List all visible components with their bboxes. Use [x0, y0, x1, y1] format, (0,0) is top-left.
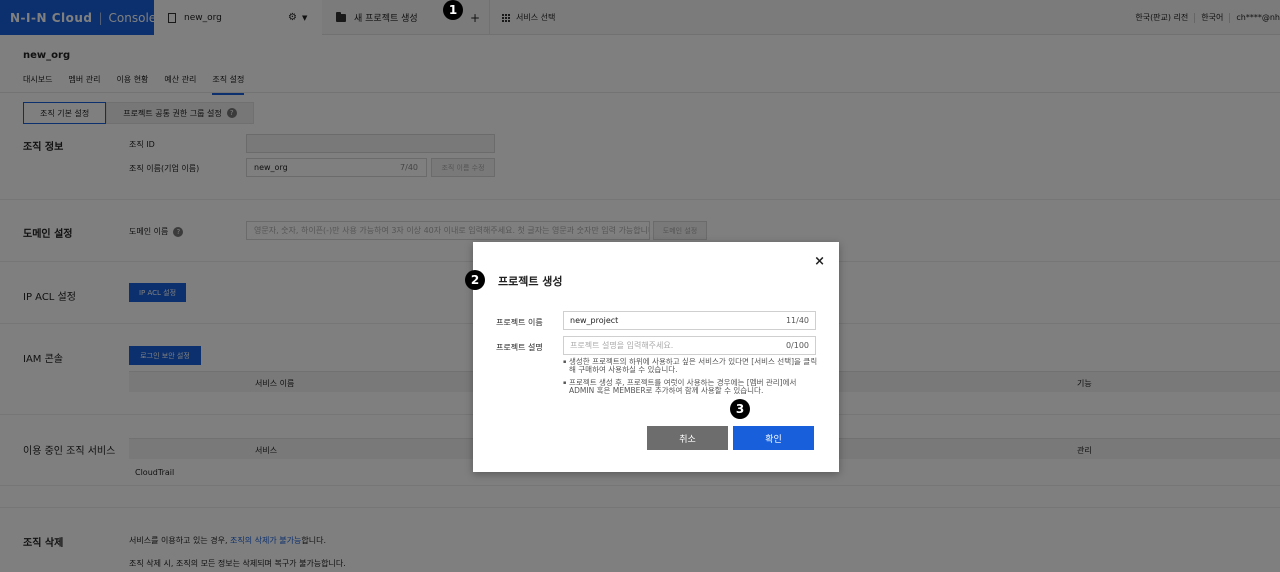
project-desc-label: 프로젝트 설명: [496, 343, 543, 352]
step-marker-1: 1: [443, 0, 463, 20]
note-item: 프로젝트 생성 후, 프로젝트를 여럿이 사용하는 경우에는 [멤버 관리]에서…: [563, 379, 823, 395]
cancel-button[interactable]: 취소: [647, 426, 728, 450]
project-name-value: new_project: [570, 316, 619, 325]
note-item: 생성한 프로젝트의 하위에 사용하고 싶은 서비스가 있다면 [서비스 선택]을…: [563, 358, 823, 374]
modal-title: 프로젝트 생성: [498, 275, 563, 288]
step-marker-3: 3: [730, 399, 750, 419]
step-marker-2: 2: [465, 270, 485, 290]
create-project-modal: × 프로젝트 생성 프로젝트 이름 new_project 11/40 프로젝트…: [473, 242, 839, 472]
confirm-button[interactable]: 확인: [733, 426, 814, 450]
project-name-label: 프로젝트 이름: [496, 318, 543, 327]
project-desc-count: 0/100: [785, 341, 809, 350]
close-icon[interactable]: ×: [814, 254, 825, 269]
project-desc-placeholder: 프로젝트 설명을 입력해주세요.: [570, 341, 674, 350]
modal-notes: 생성한 프로젝트의 하위에 사용하고 싶은 서비스가 있다면 [서비스 선택]을…: [563, 358, 823, 400]
project-name-input[interactable]: new_project 11/40: [563, 311, 816, 330]
project-name-count: 11/40: [785, 316, 809, 325]
project-desc-input[interactable]: 프로젝트 설명을 입력해주세요. 0/100: [563, 336, 816, 355]
